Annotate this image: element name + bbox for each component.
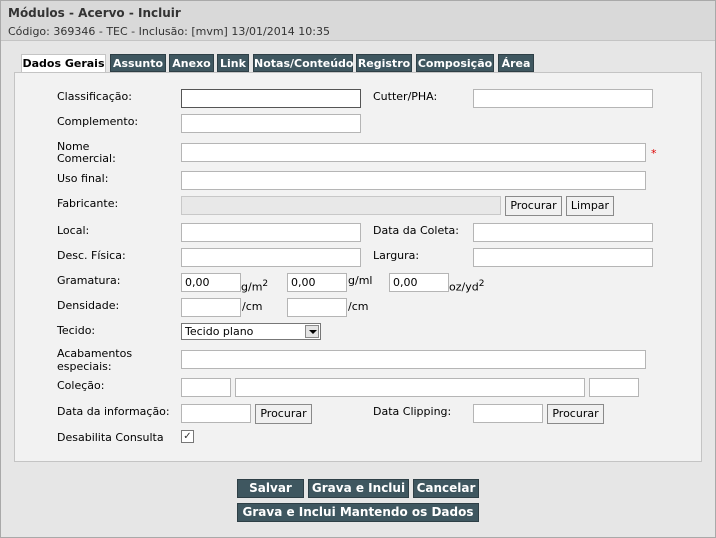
save-and-new-keep-data-button[interactable]: Grava e Inclui Mantendo os Dados (237, 503, 479, 522)
tab-notas-conteudo[interactable]: Notas/Conteúdo (253, 54, 353, 72)
densidade-unit-2: /cm (348, 300, 369, 313)
save-and-new-button[interactable]: Grava e Inclui (308, 479, 409, 498)
tecido-select[interactable]: Tecido plano (181, 323, 321, 340)
tab-composicao[interactable]: Composição (416, 54, 494, 72)
complemento-label: Complemento: (57, 115, 139, 128)
data-coleta-input[interactable] (473, 223, 653, 242)
desc-fisica-label: Desc. Física: (57, 249, 126, 262)
colecao-label: Coleção: (57, 379, 105, 392)
fabricante-input (181, 196, 501, 215)
fabricante-label: Fabricante: (57, 197, 119, 210)
largura-input[interactable] (473, 248, 653, 267)
uso-final-input[interactable] (181, 171, 646, 190)
form-panel: Classificação: Cutter/PHA: Complemento: … (14, 72, 702, 462)
nome-comercial-input[interactable] (181, 143, 646, 162)
cancel-button[interactable]: Cancelar (413, 479, 479, 498)
required-marker: * (651, 147, 657, 160)
window: Módulos - Acervo - Incluir Código: 36934… (0, 0, 716, 538)
densidade-input-2[interactable] (287, 298, 347, 317)
gramatura-gm2-input[interactable] (181, 273, 241, 292)
data-informacao-label: Data da informação: (57, 405, 170, 418)
classificacao-label: Classificação: (57, 90, 132, 103)
tab-registro[interactable]: Registro (356, 54, 412, 72)
page-header: Módulos - Acervo - Incluir Código: 36934… (1, 1, 715, 41)
colecao-input-2[interactable] (235, 378, 585, 397)
tab-anexo[interactable]: Anexo (169, 54, 214, 72)
cutter-label: Cutter/PHA: (373, 90, 438, 103)
local-label: Local: (57, 224, 90, 237)
colecao-input-3[interactable] (589, 378, 639, 397)
page-title: Módulos - Acervo - Incluir (8, 6, 181, 20)
tecido-selected-value: Tecido plano (185, 325, 254, 338)
gramatura-ozyd2-input[interactable] (389, 273, 449, 292)
gramatura-gml-input[interactable] (287, 273, 347, 292)
complemento-input[interactable] (181, 114, 361, 133)
desc-fisica-input[interactable] (181, 248, 361, 267)
tab-assunto[interactable]: Assunto (110, 54, 166, 72)
classificacao-input[interactable] (181, 89, 361, 108)
nome-comercial-label-line2: Comercial: (57, 152, 116, 165)
data-clipping-input[interactable] (473, 404, 543, 423)
fabricante-search-button[interactable]: Procurar (505, 196, 562, 216)
tab-dados-gerais[interactable]: Dados Gerais (21, 54, 106, 73)
gramatura-label: Gramatura: (57, 274, 121, 287)
acabamentos-label-line2: especiais: (57, 360, 112, 373)
data-clipping-label: Data Clipping: (373, 405, 452, 418)
local-input[interactable] (181, 223, 361, 242)
checkmark-icon: ✓ (183, 431, 192, 442)
densidade-input-1[interactable] (181, 298, 241, 317)
tab-link[interactable]: Link (217, 54, 249, 72)
densidade-unit-1: /cm (242, 300, 263, 313)
data-informacao-input[interactable] (181, 404, 251, 423)
chevron-down-icon[interactable] (305, 325, 319, 338)
acabamentos-label-line1: Acabamentos (57, 347, 133, 360)
tab-area[interactable]: Área (498, 54, 534, 72)
tecido-label: Tecido: (57, 324, 96, 337)
gramatura-gm2-unit: g/m2 (241, 279, 269, 294)
fabricante-clear-button[interactable]: Limpar (566, 196, 614, 216)
acabamentos-input[interactable] (181, 350, 646, 369)
gramatura-gml-unit: g/ml (348, 274, 373, 287)
save-button[interactable]: Salvar (237, 479, 304, 498)
largura-label: Largura: (373, 249, 420, 262)
record-info: Código: 369346 - TEC - Inclusão: [mvm] 1… (8, 25, 330, 38)
data-clipping-search-button[interactable]: Procurar (547, 404, 604, 424)
data-informacao-search-button[interactable]: Procurar (255, 404, 312, 424)
densidade-label: Densidade: (57, 299, 120, 312)
desabilita-consulta-checkbox[interactable]: ✓ (181, 430, 194, 443)
data-coleta-label: Data da Coleta: (373, 224, 459, 237)
uso-final-label: Uso final: (57, 172, 109, 185)
cutter-input[interactable] (473, 89, 653, 108)
gramatura-ozyd2-unit: oz/yd2 (449, 279, 485, 294)
colecao-input-1[interactable] (181, 378, 231, 397)
desabilita-consulta-label: Desabilita Consulta (57, 431, 164, 444)
